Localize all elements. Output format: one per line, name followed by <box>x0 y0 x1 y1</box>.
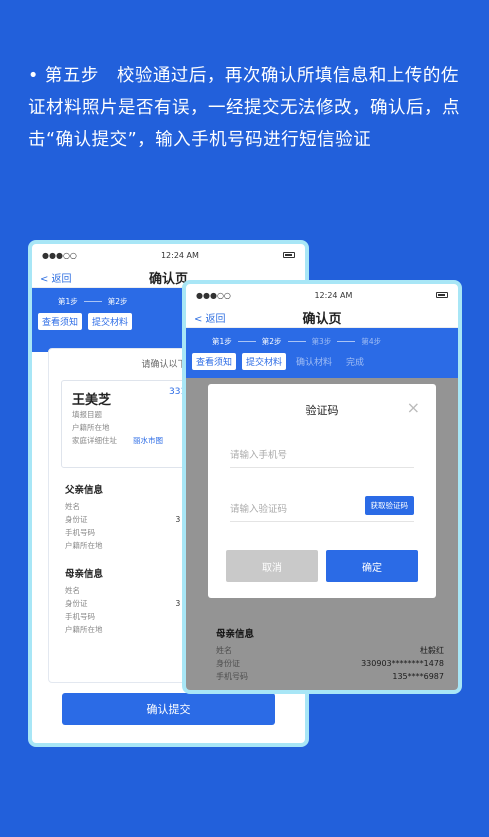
battery-icon <box>435 292 448 298</box>
verify-modal: 验证码 × 请输入手机号 请输入验证码 获取验证码 取消 确定 <box>208 384 436 598</box>
step-indicator: 第1步 第2步 第3步 第4步 <box>192 336 452 347</box>
status-time: 12:24 AM <box>314 290 353 300</box>
intro-text: • 第五步 校验通过后，再次确认所填信息和上传的佐证材料照片是否有误，一经提交无… <box>28 66 460 150</box>
battery-icon <box>282 252 295 258</box>
nav-bar: < 返回 确认页 <box>186 306 458 328</box>
confirm-button[interactable]: 确定 <box>326 550 418 582</box>
status-time: 12:24 AM <box>160 250 199 260</box>
tab-submit-materials[interactable]: 提交材料 <box>242 353 287 370</box>
code-placeholder: 请输入验证码 <box>230 503 288 515</box>
tab-view-notice[interactable]: 查看须知 <box>38 313 83 330</box>
signal-dots: ●●●○○ <box>196 290 231 300</box>
confirm-submit-button[interactable]: 确认提交 <box>62 693 275 725</box>
step-1: 第1步 <box>212 337 232 346</box>
status-bar: ●●●○○ 12:24 AM <box>32 244 305 266</box>
step-connector <box>287 341 306 342</box>
step-2: 第2步 <box>261 337 282 346</box>
tab-submit-materials[interactable]: 提交材料 <box>88 313 133 330</box>
address-value: 丽水市图 <box>133 436 163 445</box>
tab-complete[interactable]: 完成 <box>342 353 368 370</box>
step-tabs: 查看须知 提交材料 确认材料 完成 <box>192 353 452 370</box>
close-icon[interactable]: × <box>407 398 420 417</box>
signal-dots: ●●●○○ <box>42 250 77 260</box>
cancel-button[interactable]: 取消 <box>226 550 318 582</box>
step-1: 第1步 <box>58 297 78 306</box>
step-connector <box>237 341 256 342</box>
step-header: 第1步 第2步 第3步 第4步 查看须知 提交材料 确认材料 完成 <box>186 328 458 378</box>
phone-mockup-verify: ●●●○○ 12:24 AM < 返回 确认页 第1步 第2步 第3步 第4步 … <box>182 280 462 694</box>
code-input[interactable]: 请输入验证码 获取验证码 <box>230 494 414 522</box>
get-code-button[interactable]: 获取验证码 <box>364 496 414 515</box>
step-4: 第4步 <box>361 337 382 346</box>
phone-input[interactable]: 请输入手机号 <box>230 440 414 468</box>
step-2: 第2步 <box>107 297 128 306</box>
step-connector <box>83 301 102 302</box>
step-connector <box>337 341 356 342</box>
modal-title: 验证码 <box>305 404 339 417</box>
address-label: 家庭详细住址 <box>72 436 117 445</box>
status-bar: ●●●○○ 12:24 AM <box>186 284 458 306</box>
step-3: 第3步 <box>311 337 332 346</box>
tab-confirm-materials[interactable]: 确认材料 <box>292 353 336 370</box>
page-title: 确认页 <box>302 312 342 327</box>
tab-view-notice[interactable]: 查看须知 <box>192 353 237 370</box>
